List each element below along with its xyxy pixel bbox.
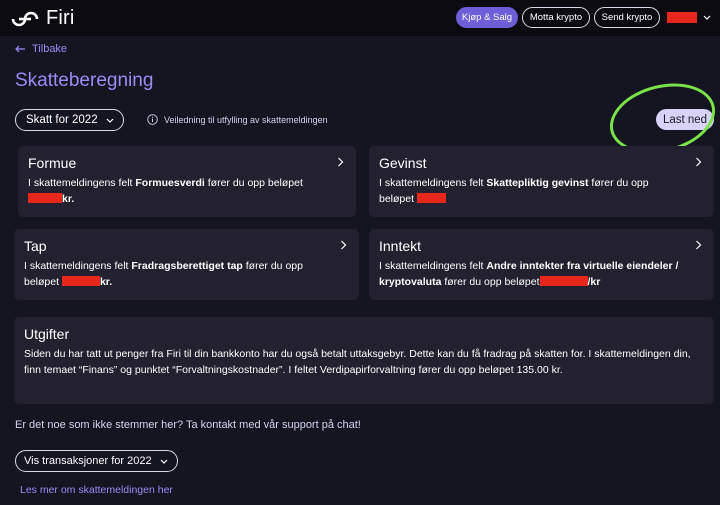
buy-sell-button[interactable]: Kjøp & Salg — [456, 7, 518, 28]
tax-year-value: Skatt for 2022 — [26, 114, 98, 126]
card-gevinst[interactable]: Gevinst I skattemeldingens felt Skattepl… — [369, 146, 714, 217]
redacted-amount — [61, 276, 100, 286]
back-link[interactable]: Tilbake — [15, 43, 67, 55]
send-crypto-button[interactable]: Send krypto — [594, 7, 660, 28]
firi-logo[interactable]: Firi — [10, 7, 75, 30]
back-label: Tilbake — [32, 43, 68, 55]
page-title: Skatteberegning — [15, 70, 154, 91]
card-title: Inntekt — [379, 238, 422, 254]
user-menu[interactable] — [667, 12, 711, 23]
info-icon — [147, 114, 158, 125]
card-tap[interactable]: Tap I skattemeldingens felt Fradragsbere… — [14, 229, 359, 300]
chevron-right-icon — [696, 240, 702, 250]
show-transactions-label: Vis transaksjoner for 2022 — [24, 455, 152, 467]
chevron-down-icon — [106, 118, 114, 123]
download-button[interactable]: Last ned — [656, 109, 714, 130]
card-title: Tap — [24, 238, 47, 254]
chevron-down-icon — [160, 459, 168, 464]
field-name: Fradragsberettiget tap — [131, 260, 243, 272]
card-formue[interactable]: Formue I skattemeldingens felt Formuesve… — [18, 146, 356, 217]
tax-year-select[interactable]: Skatt for 2022 — [15, 109, 124, 131]
chevron-right-icon — [341, 240, 347, 250]
support-question: Er det noe som ikke stemmer her? Ta kont… — [15, 419, 361, 431]
tax-guide-label: Veiledning til utfylling av skattemeldin… — [164, 114, 328, 125]
card-text: I skattemeldingens felt Fradragsberettig… — [24, 260, 303, 288]
tax-guide-link[interactable]: Veiledning til utfylling av skattemeldin… — [147, 114, 328, 125]
card-inntekt[interactable]: Inntekt I skattemeldingens felt Andre in… — [369, 229, 714, 300]
logo-text: Firi — [46, 7, 75, 29]
field-name: Skattepliktig gevinst — [486, 177, 589, 189]
card-title: Formue — [28, 155, 77, 171]
redacted-amount — [28, 193, 62, 203]
card-utgifter: Utgifter Siden du har tatt ut penger fra… — [14, 317, 714, 404]
card-title: Gevinst — [379, 155, 427, 171]
chevron-down-icon — [703, 15, 711, 20]
chevron-right-icon — [696, 157, 702, 167]
card-text: I skattemeldingens felt Andre inntekter … — [379, 260, 679, 288]
learn-more-link[interactable]: Les mer om skattemeldingen her — [20, 484, 173, 496]
arrow-left-icon — [15, 45, 25, 53]
redacted-amount — [539, 276, 588, 286]
show-transactions-button[interactable]: Vis transaksjoner for 2022 — [15, 450, 178, 472]
redacted-amount — [416, 193, 446, 203]
card-text: I skattemeldingens felt Skattepliktig ge… — [379, 177, 649, 205]
field-name: Formuesverdi — [135, 177, 205, 189]
card-text: Siden du har tatt ut penger fra Firi til… — [24, 348, 691, 376]
receive-crypto-button[interactable]: Motta krypto — [522, 7, 590, 28]
firi-logo-icon — [11, 11, 39, 26]
top-navigation-bar: Firi Kjøp & Salg Motta krypto Send krypt… — [0, 0, 720, 36]
card-text: I skattemeldingens felt Formuesverdi før… — [28, 177, 303, 205]
card-title: Utgifter — [24, 326, 70, 342]
redacted-username — [667, 12, 697, 23]
chevron-right-icon — [338, 157, 344, 167]
